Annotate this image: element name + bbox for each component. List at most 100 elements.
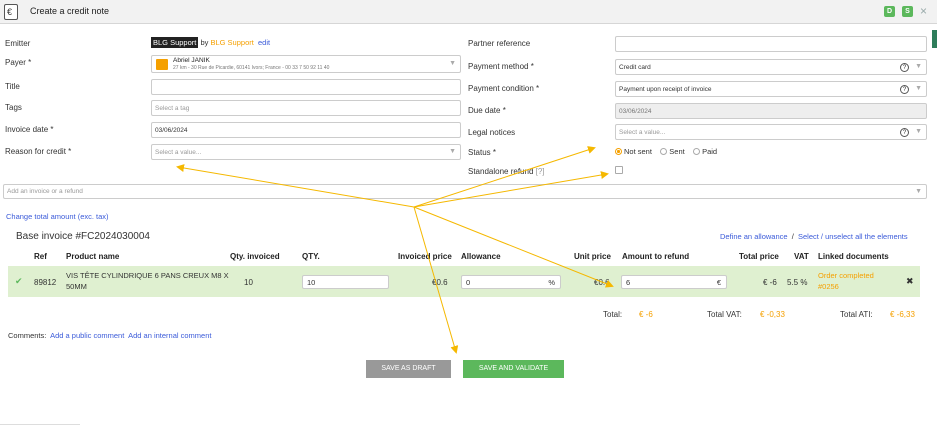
reason-select[interactable]: Select a value... ▼ <box>151 144 461 160</box>
help-icon[interactable]: ? <box>900 128 909 137</box>
remove-row-icon[interactable]: ✖ <box>906 276 914 287</box>
qty-input[interactable]: 10 <box>302 275 389 289</box>
payment-method-value: Credit card <box>619 64 651 71</box>
cell-product: VIS TÊTE CYLINDRIQUE 6 PANS CREUX M8 X 5… <box>66 271 229 291</box>
chevron-down-icon: ▼ <box>915 188 922 195</box>
emitter-by: by <box>200 38 209 47</box>
col-unit-price: Unit price <box>574 252 611 261</box>
comments-label: Comments: <box>8 331 47 340</box>
badge-d[interactable]: D <box>884 6 895 17</box>
tags-label: Tags <box>5 103 22 112</box>
emitter-value: BLG Support by BLG Support edit <box>151 37 270 48</box>
chevron-down-icon: ▼ <box>915 128 922 135</box>
payer-label: Payer * <box>5 58 32 67</box>
cell-invoiced-price: €0.6 <box>432 278 448 287</box>
payment-condition-select[interactable]: Payment upon receipt of invoice ? ▼ <box>615 81 927 97</box>
col-total-price: Total price <box>739 252 779 261</box>
base-invoice-title: Base invoice #FC2024030004 <box>16 231 150 242</box>
emitter-edit-link[interactable]: edit <box>258 38 270 47</box>
side-tab[interactable] <box>932 30 937 48</box>
status-sent[interactable]: Sent <box>660 147 685 156</box>
col-product: Product name <box>66 252 120 261</box>
due-date-label: Due date * <box>468 106 506 115</box>
tags-input[interactable]: Select a tag <box>151 100 461 116</box>
total-value: € -6 <box>639 310 653 319</box>
radio-icon <box>693 148 701 155</box>
status-not-sent[interactable]: Not sent <box>615 147 652 156</box>
linked-order-link[interactable]: Order completed #0256 <box>818 270 874 292</box>
col-qty: QTY. <box>302 252 320 261</box>
col-qty-invoiced: Qty. invoiced <box>230 252 280 261</box>
cell-ref: 89812 <box>34 278 57 287</box>
standalone-help[interactable]: [?] <box>536 167 545 176</box>
separator: / <box>791 232 794 241</box>
window-header: Create a credit note D S × <box>0 0 937 24</box>
credit-note-icon <box>4 4 18 20</box>
col-ref: Ref <box>34 252 47 261</box>
total-label: Total: <box>603 310 623 319</box>
col-invoiced-price: Invoiced price <box>398 252 452 261</box>
table-actions: Define an allowance / Select / unselect … <box>720 232 908 241</box>
emitter-label: Emitter <box>5 39 31 48</box>
radio-icon <box>660 148 668 155</box>
payer-select[interactable]: Abriel JANIK 27 km - 30 Rue de Picardie,… <box>151 55 461 73</box>
due-date-input: 03/06/2024 <box>615 103 927 119</box>
help-icon[interactable]: ? <box>900 63 909 72</box>
define-allowance-link[interactable]: Define an allowance <box>720 232 788 241</box>
cell-total-price: € -6 <box>763 278 777 287</box>
total-vat-label: Total VAT: <box>707 310 742 319</box>
cell-unit-price: €0.6 <box>594 278 610 287</box>
footer-divider <box>0 424 80 425</box>
legal-label: Legal notices <box>468 128 516 137</box>
save-as-draft-button[interactable]: SAVE AS DRAFT <box>366 360 451 378</box>
radio-selected-icon <box>615 148 622 155</box>
due-date-value: 03/06/2024 <box>619 108 652 115</box>
payer-address: 27 km - 30 Rue de Picardie, 60141 Ivors;… <box>173 65 330 71</box>
col-amount-to-refund: Amount to refund <box>622 252 690 261</box>
allowance-input[interactable]: 0 % <box>461 275 561 289</box>
reason-label: Reason for credit * <box>5 147 72 156</box>
standalone-checkbox[interactable] <box>615 166 623 174</box>
total-vat-value: € -0,33 <box>760 310 785 319</box>
save-and-validate-button[interactable]: SAVE AND VALIDATE <box>463 360 564 378</box>
status-label: Status * <box>468 148 497 157</box>
comments-row: Comments: Add a public comment Add an in… <box>8 331 211 340</box>
payer-name: Abriel JANIK <box>173 57 210 64</box>
partner-ref-label: Partner reference <box>468 39 531 48</box>
add-internal-comment-link[interactable]: Add an internal comment <box>128 331 211 340</box>
title-input[interactable] <box>151 79 461 95</box>
change-total-link[interactable]: Change total amount (exc. tax) <box>6 212 109 221</box>
check-icon[interactable]: ✔ <box>15 276 23 287</box>
help-icon[interactable]: ? <box>900 85 909 94</box>
close-icon[interactable]: × <box>920 4 927 18</box>
chevron-down-icon: ▼ <box>915 85 922 92</box>
col-vat: VAT <box>794 252 809 261</box>
col-linked-docs: Linked documents <box>818 252 889 261</box>
reason-placeholder: Select a value... <box>155 149 202 156</box>
page-title: Create a credit note <box>30 6 110 16</box>
legal-select[interactable]: Select a value... ? ▼ <box>615 124 927 140</box>
chevron-down-icon: ▼ <box>449 148 456 155</box>
select-all-link[interactable]: Select / unselect all the elements <box>798 232 908 241</box>
payment-condition-value: Payment upon receipt of invoice <box>619 86 712 93</box>
add-invoice-placeholder: Add an invoice or a refund <box>7 188 83 195</box>
invoice-date-label: Invoice date * <box>5 125 54 134</box>
badge-s[interactable]: S <box>902 6 913 17</box>
standalone-label: Standalone refund [?] <box>468 167 545 176</box>
emitter-tag: BLG Support <box>151 37 199 48</box>
payment-condition-label: Payment condition * <box>468 84 540 93</box>
amount-to-refund-input[interactable]: 6 € <box>621 275 727 289</box>
payment-method-select[interactable]: Credit card ? ▼ <box>615 59 927 75</box>
partner-ref-input[interactable] <box>615 36 927 52</box>
invoice-date-input[interactable]: 03/06/2024 <box>151 122 461 138</box>
total-ati-label: Total ATI: <box>840 310 873 319</box>
add-invoice-select[interactable]: Add an invoice or a refund ▼ <box>3 184 927 199</box>
tags-placeholder: Select a tag <box>155 105 190 112</box>
col-allowance: Allowance <box>461 252 501 261</box>
add-public-comment-link[interactable]: Add a public comment <box>50 331 124 340</box>
emitter-link[interactable]: BLG Support <box>210 38 253 47</box>
status-radio-group: Not sent Sent Paid <box>615 147 717 156</box>
title-label: Title <box>5 82 20 91</box>
chevron-down-icon: ▼ <box>915 63 922 70</box>
status-paid[interactable]: Paid <box>693 147 717 156</box>
